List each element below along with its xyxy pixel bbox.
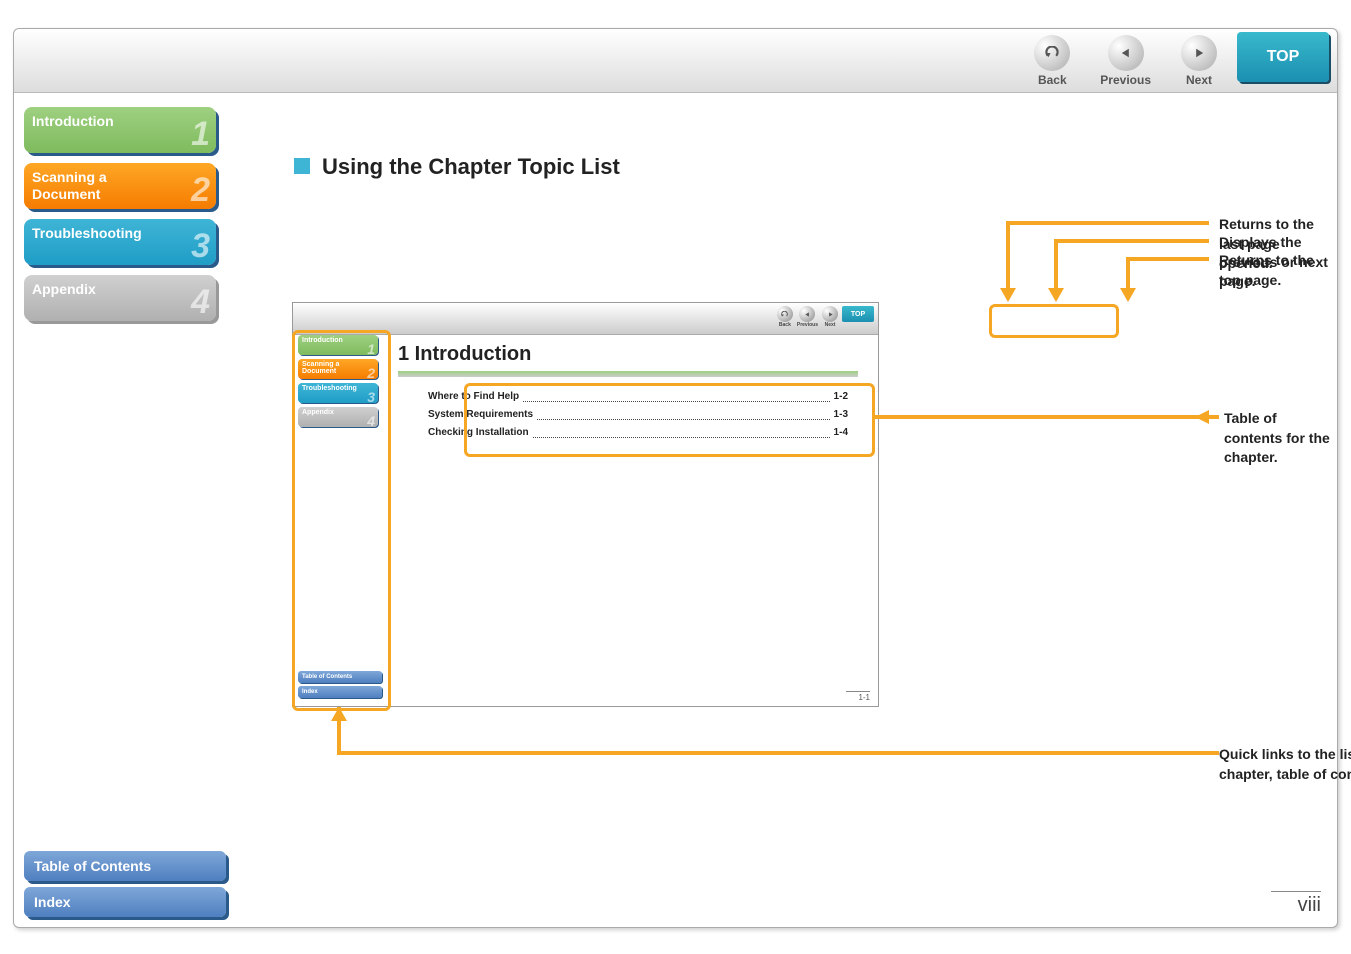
next-button[interactable]: Next [1181, 35, 1217, 87]
toc-row[interactable]: System Requirements 1-3 [428, 406, 848, 424]
mini-sidebar-label: Appendix [302, 409, 334, 416]
callout-line [1006, 221, 1209, 225]
sidebar-item-introduction[interactable]: Introduction 1 [24, 107, 216, 153]
sidebar-item-label: Troubleshooting [32, 225, 142, 241]
section-title: Using the Chapter Topic List [294, 154, 620, 180]
mini-sidebar-label: Introduction [302, 337, 343, 344]
callout-tick [1209, 415, 1219, 419]
mini-index-button[interactable]: Index [298, 686, 382, 698]
mini-sidebar-number: 2 [367, 366, 375, 380]
toc-entry-page: 1-3 [834, 406, 848, 424]
mini-sidebar-number: 1 [367, 342, 375, 356]
toc-entry-page: 1-2 [834, 388, 848, 406]
page-number: viii [1271, 891, 1321, 917]
callout-line [1054, 239, 1058, 291]
sidebar-item-scanning[interactable]: Scanning a Document 2 [24, 163, 216, 209]
mini-top-button[interactable]: TOP [842, 306, 874, 322]
callout-line [1126, 257, 1209, 261]
toc-entry-label: System Requirements [428, 406, 533, 424]
mini-sidebar-item[interactable]: Troubleshooting 3 [298, 383, 378, 403]
previous-button[interactable]: Previous [1100, 35, 1151, 87]
mini-title-underline [398, 371, 858, 377]
toc-dots [533, 424, 830, 438]
callout-arrow [1000, 288, 1016, 302]
callout-arrow [1195, 410, 1209, 424]
mini-sidebar-number: 3 [367, 390, 375, 404]
section-title-text: Using the Chapter Topic List [322, 154, 620, 179]
mini-chapter-title: 1 Introduction [398, 343, 531, 366]
callout-arrow [1120, 288, 1136, 302]
mini-sidebar-item[interactable]: Appendix 4 [298, 407, 378, 427]
sidebar: Introduction 1 Scanning a Document 2 Tro… [24, 107, 224, 331]
mini-toc-list: Where to Find Help 1-2 System Requiremen… [428, 388, 848, 442]
mini-page-number: 1-1 [846, 691, 870, 702]
mini-sidebar: Introduction 1 Scanning a Document 2 Troub… [298, 335, 383, 431]
back-button[interactable]: Back [1034, 35, 1070, 87]
mini-sidebar-item[interactable]: Introduction 1 [298, 335, 378, 355]
bottom-links: Table of Contents Index [24, 845, 224, 917]
top-button-container: TOP [1237, 29, 1337, 86]
annotation-top: Returns to the top page. [1219, 251, 1337, 290]
mini-previous-icon [799, 306, 815, 322]
mini-sidebar-label: Scanning a Document [302, 361, 339, 375]
toc-dots [537, 406, 830, 420]
nav-buttons: Back Previous Next [1014, 29, 1237, 87]
callout-line [337, 751, 1209, 755]
sidebar-item-number: 2 [191, 170, 210, 211]
sidebar-item-number: 3 [191, 226, 210, 267]
sidebar-item-troubleshooting[interactable]: Troubleshooting 3 [24, 219, 216, 265]
callout-arrow [331, 707, 347, 721]
mini-next-label: Next [825, 322, 836, 328]
mini-sidebar-item[interactable]: Scanning a Document 2 [298, 359, 378, 379]
mini-previous-label: Previous [797, 322, 818, 328]
callout-line [1126, 257, 1130, 291]
mini-next-button[interactable]: Next [822, 306, 838, 328]
mini-back-icon [777, 306, 793, 322]
toc-entry-label: Where to Find Help [428, 388, 519, 406]
mini-back-label: Back [779, 322, 791, 328]
mini-back-button[interactable]: Back [777, 306, 793, 328]
callout-arrow [1048, 288, 1064, 302]
sidebar-item-number: 1 [191, 114, 210, 155]
mini-bottom-links: Table of Contents Index [298, 668, 383, 698]
toc-row[interactable]: Where to Find Help 1-2 [428, 388, 848, 406]
embedded-page-preview: Back Previous Next TOP Introduction 1 Sca… [292, 302, 879, 707]
callout-tick [1209, 751, 1219, 755]
section-bullet-icon [294, 158, 310, 174]
mini-previous-button[interactable]: Previous [797, 306, 818, 328]
callout-line [1006, 221, 1010, 291]
toc-entry-page: 1-4 [834, 424, 848, 442]
mini-sidebar-label: Troubleshooting [302, 385, 357, 392]
callout-line [1054, 239, 1209, 243]
mini-toc-button[interactable]: Table of Contents [298, 671, 382, 683]
previous-icon [1108, 35, 1144, 71]
toc-dots [523, 388, 829, 402]
sidebar-item-label: Introduction [32, 113, 114, 129]
sidebar-item-label: Scanning a Document [32, 169, 107, 202]
toc-entry-label: Checking Installation [428, 424, 529, 442]
toc-row[interactable]: Checking Installation 1-4 [428, 424, 848, 442]
callout-box-navbuttons [989, 304, 1119, 338]
back-label: Back [1038, 73, 1067, 87]
document-frame: Back Previous Next TOP [13, 28, 1338, 928]
mini-sidebar-number: 4 [367, 414, 375, 428]
previous-label: Previous [1100, 73, 1151, 87]
index-button[interactable]: Index [24, 887, 226, 917]
next-icon [1181, 35, 1217, 71]
back-icon [1034, 35, 1070, 71]
next-label: Next [1186, 73, 1212, 87]
annotation-toc: Table of contents for the chapter. [1224, 409, 1337, 468]
mini-top-toolbar: Back Previous Next TOP [293, 303, 878, 335]
top-toolbar-right: Back Previous Next TOP [1014, 29, 1337, 92]
sidebar-item-label: Appendix [32, 281, 96, 297]
callout-line [872, 415, 1209, 419]
toc-button[interactable]: Table of Contents [24, 851, 226, 881]
page-root: Back Previous Next TOP [0, 0, 1351, 954]
top-button[interactable]: TOP [1237, 32, 1329, 82]
sidebar-item-appendix[interactable]: Appendix 4 [24, 275, 216, 321]
annotation-quicklinks: Quick links to the list of things you ca… [1219, 745, 1351, 784]
mini-next-icon [822, 306, 838, 322]
sidebar-item-number: 4 [191, 282, 210, 323]
